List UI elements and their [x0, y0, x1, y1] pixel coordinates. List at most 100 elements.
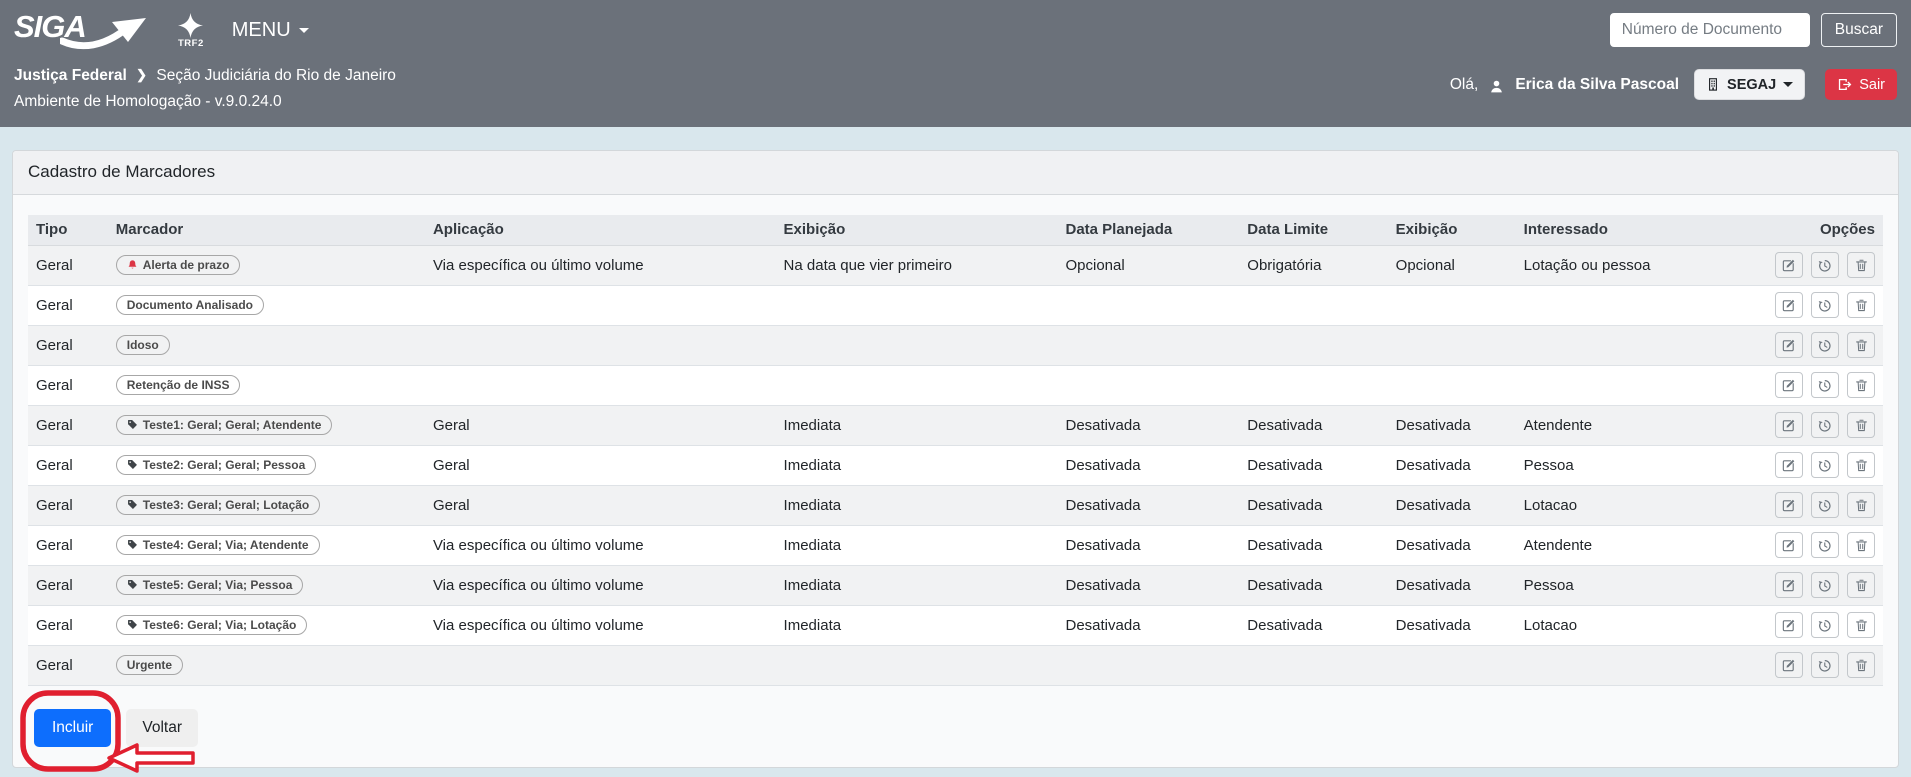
cell-exibicao: [776, 325, 1058, 365]
history-button[interactable]: [1811, 492, 1839, 518]
siga-logo[interactable]: SIGA: [14, 7, 150, 53]
cell-aplicacao: [425, 645, 776, 685]
table-row: Geral Teste1: Geral; Geral; Atendente: [28, 405, 1883, 445]
edit-button[interactable]: [1775, 532, 1803, 558]
clock-history-icon: [1817, 418, 1832, 433]
edit-button[interactable]: [1775, 252, 1803, 278]
table-row: Geral Teste3: Geral; Geral; Lotação: [28, 485, 1883, 525]
cell-aplicacao: [425, 285, 776, 325]
cell-exibicao-2: [1388, 325, 1516, 365]
building-icon: [1706, 77, 1720, 92]
cell-tipo: Geral: [28, 405, 108, 445]
history-button[interactable]: [1811, 252, 1839, 278]
org-label: SEGAJ: [1727, 77, 1776, 93]
history-button[interactable]: [1811, 452, 1839, 478]
trash-icon: [1854, 298, 1869, 313]
cell-exibicao-2: Desativada: [1388, 565, 1516, 605]
environment-label: Ambiente de Homologação - v.9.0.24.0: [14, 89, 396, 115]
table-row: Geral Documento Analisado: [28, 285, 1883, 325]
trf2-logo: TRF2: [178, 13, 204, 49]
history-button[interactable]: [1811, 572, 1839, 598]
edit-button[interactable]: [1775, 372, 1803, 398]
breadcrumb-separator-icon: ❯: [136, 67, 147, 82]
cell-exibicao: Imediata: [776, 605, 1058, 645]
trash-icon: [1854, 338, 1869, 353]
brand-area: SIGA TRF2 MENU: [14, 7, 309, 53]
clock-history-icon: [1817, 338, 1832, 353]
edit-button[interactable]: [1775, 612, 1803, 638]
marker-badge: Teste4: Geral; Via; Atendente: [116, 535, 320, 555]
marker-badge: Teste1: Geral; Geral; Atendente: [116, 415, 333, 435]
history-button[interactable]: [1811, 532, 1839, 558]
marker-badge: Teste5: Geral; Via; Pessoa: [116, 575, 304, 595]
delete-button[interactable]: [1847, 412, 1875, 438]
edit-button[interactable]: [1775, 452, 1803, 478]
pencil-square-icon: [1781, 298, 1796, 313]
col-exibicao-2: Exibição: [1388, 215, 1516, 245]
chevron-down-icon: [1783, 82, 1793, 87]
table-row: Geral Teste4: Geral; Via; Atendente: [28, 525, 1883, 565]
pencil-square-icon: [1781, 658, 1796, 673]
breadcrumb-root[interactable]: Justiça Federal: [14, 67, 127, 84]
delete-button[interactable]: [1847, 292, 1875, 318]
chevron-down-icon: [299, 28, 309, 33]
cell-data-limite: Desativada: [1239, 405, 1387, 445]
cell-tipo: Geral: [28, 485, 108, 525]
delete-button[interactable]: [1847, 452, 1875, 478]
user-area: Olá, Erica da Silva Pascoal SEGAJ: [1450, 69, 1897, 100]
table-row: Geral Alerta de prazo Via especí: [28, 245, 1883, 285]
badge-label: Urgente: [127, 659, 172, 671]
logout-button[interactable]: Sair: [1825, 69, 1897, 100]
delete-button[interactable]: [1847, 372, 1875, 398]
delete-button[interactable]: [1847, 492, 1875, 518]
edit-button[interactable]: [1775, 572, 1803, 598]
org-selector-button[interactable]: SEGAJ: [1694, 69, 1805, 100]
menu-button[interactable]: MENU: [232, 19, 309, 42]
cell-data-limite: Desativada: [1239, 445, 1387, 485]
delete-button[interactable]: [1847, 612, 1875, 638]
box-arrow-right-icon: [1837, 77, 1852, 92]
cell-tipo: Geral: [28, 445, 108, 485]
table-row: Geral Teste2: Geral; Geral; Pessoa: [28, 445, 1883, 485]
cell-interessado: Atendente: [1516, 405, 1761, 445]
history-button[interactable]: [1811, 372, 1839, 398]
tag-icon: [127, 419, 138, 430]
history-button[interactable]: [1811, 292, 1839, 318]
cell-exibicao-2: [1388, 285, 1516, 325]
edit-button[interactable]: [1775, 652, 1803, 678]
badge-label: Teste5: Geral; Via; Pessoa: [143, 579, 293, 591]
edit-button[interactable]: [1775, 332, 1803, 358]
delete-button[interactable]: [1847, 252, 1875, 278]
edit-button[interactable]: [1775, 292, 1803, 318]
history-button[interactable]: [1811, 652, 1839, 678]
trash-icon: [1854, 538, 1869, 553]
history-button[interactable]: [1811, 332, 1839, 358]
cell-exibicao-2: [1388, 645, 1516, 685]
buscar-button[interactable]: Buscar: [1821, 13, 1897, 47]
badge-label: Documento Analisado: [127, 299, 253, 311]
edit-button[interactable]: [1775, 492, 1803, 518]
cell-exibicao: Imediata: [776, 405, 1058, 445]
history-button[interactable]: [1811, 612, 1839, 638]
table-row: Geral Teste6: Geral; Via; Lotação: [28, 605, 1883, 645]
badge-label: Teste6: Geral; Via; Lotação: [143, 619, 297, 631]
delete-button[interactable]: [1847, 652, 1875, 678]
cell-exibicao-2: Desativada: [1388, 605, 1516, 645]
voltar-button[interactable]: Voltar: [126, 709, 198, 747]
markers-panel: Cadastro de Marcadores Tipo Marcador Apl…: [12, 150, 1899, 768]
col-exibicao: Exibição: [776, 215, 1058, 245]
cell-data-planejada: Desativada: [1058, 485, 1240, 525]
document-number-input[interactable]: [1610, 13, 1810, 47]
delete-button[interactable]: [1847, 572, 1875, 598]
cell-exibicao: Imediata: [776, 485, 1058, 525]
delete-button[interactable]: [1847, 532, 1875, 558]
history-button[interactable]: [1811, 412, 1839, 438]
edit-button[interactable]: [1775, 412, 1803, 438]
incluir-button[interactable]: Incluir: [34, 709, 111, 747]
col-data-planejada: Data Planejada: [1058, 215, 1240, 245]
delete-button[interactable]: [1847, 332, 1875, 358]
page-title: Cadastro de Marcadores: [13, 151, 1898, 195]
trash-icon: [1854, 658, 1869, 673]
cell-exibicao: Na data que vier primeiro: [776, 245, 1058, 285]
cell-data-planejada: [1058, 285, 1240, 325]
